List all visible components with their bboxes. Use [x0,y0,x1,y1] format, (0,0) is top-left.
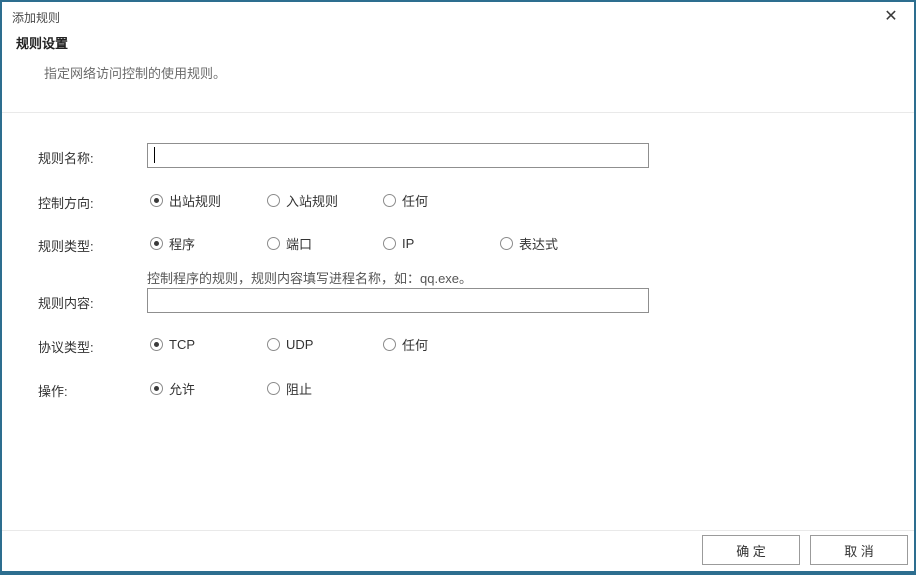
cancel-button[interactable]: 取 消 [810,535,908,565]
footer-divider [2,530,914,531]
radio-icon [267,193,280,207]
radio-type-program[interactable]: 程序 [150,235,196,252]
rule-name-label: 规则名称: [38,151,94,166]
radio-label: 端口 [286,236,313,252]
radio-direction-outbound[interactable]: 出站规则 [150,192,222,209]
protocol-label: 协议类型: [38,340,94,355]
radio-icon [500,236,513,250]
radio-protocol-any[interactable]: 任何 [383,336,429,353]
radio-icon [267,381,280,395]
radio-label: 任何 [402,193,429,209]
radio-label: IP [402,235,415,251]
ok-button[interactable]: 确 定 [702,535,800,565]
add-rule-dialog: 添加规则 ✕ 规则设置 指定网络访问控制的使用规则。 规则名称: 控制方向: 出… [0,0,916,575]
radio-icon [383,193,396,207]
radio-type-ip[interactable]: IP [383,235,414,251]
rule-type-label: 规则类型: [38,239,94,254]
radio-action-block[interactable]: 阻止 [267,380,313,397]
radio-label: 阻止 [286,381,313,397]
radio-label: 允许 [169,381,196,397]
radio-icon [383,337,396,351]
radio-label: 出站规则 [169,193,222,209]
dialog-title: 添加规则 [12,11,61,25]
radio-icon [150,193,163,207]
radio-label: 程序 [169,236,196,252]
close-button[interactable]: ✕ [880,6,902,28]
radio-icon [383,236,396,250]
rule-name-input[interactable] [147,143,649,168]
radio-label: UDP [286,336,314,352]
action-label: 操作: [38,384,68,399]
radio-type-expression[interactable]: 表达式 [500,235,559,252]
radio-label: 任何 [402,337,429,353]
radio-label: 表达式 [519,236,559,252]
section-title: 规则设置 [16,36,69,51]
radio-icon [267,337,280,351]
radio-label: 入站规则 [286,193,339,209]
radio-direction-inbound[interactable]: 入站规则 [267,192,339,209]
radio-direction-any[interactable]: 任何 [383,192,429,209]
radio-label: TCP [169,336,195,352]
radio-protocol-tcp[interactable]: TCP [150,336,195,352]
radio-action-allow[interactable]: 允许 [150,380,196,397]
close-icon: ✕ [884,8,898,25]
radio-type-port[interactable]: 端口 [267,235,313,252]
radio-protocol-udp[interactable]: UDP [267,336,313,352]
radio-icon [150,381,163,395]
section-description: 指定网络访问控制的使用规则。 [44,66,227,81]
radio-icon [150,337,163,351]
rule-content-input[interactable] [147,288,649,313]
radio-icon [150,236,163,250]
rule-type-hint: 控制程序的规则，规则内容填写进程名称，如：qq.exe。 [147,271,473,286]
direction-label: 控制方向: [38,196,94,211]
text-cursor [154,147,155,163]
radio-icon [267,236,280,250]
header-divider [2,112,914,113]
rule-content-label: 规则内容: [38,296,94,311]
